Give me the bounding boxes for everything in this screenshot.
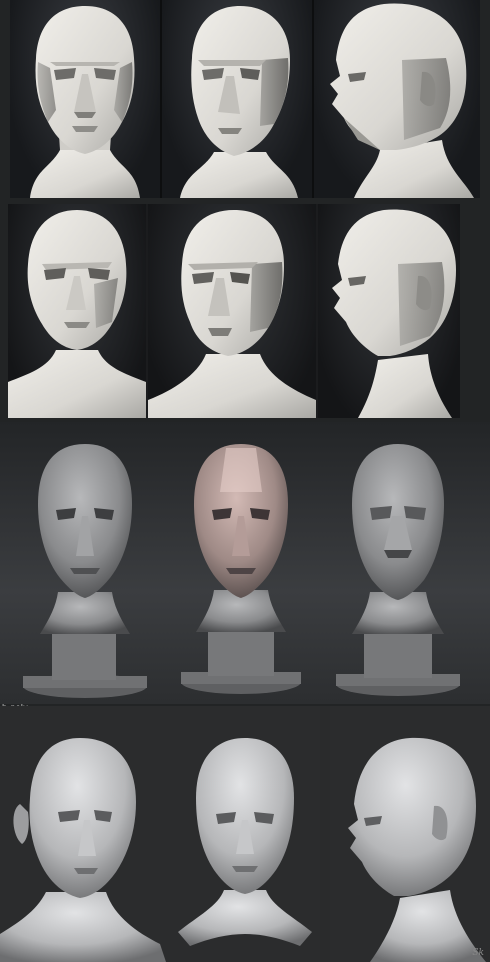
planes-male-profile-head	[330, 3, 474, 198]
planes-male-three-quarter	[162, 0, 312, 198]
planes-male-row	[10, 0, 480, 198]
female-sculpt-three-quarter	[0, 706, 170, 962]
female-sculpt-front	[170, 706, 320, 962]
planes-male-front	[10, 0, 160, 198]
female-sculpt-profile	[330, 706, 490, 962]
zbrush-male-busts-row	[0, 422, 490, 704]
zbrush-bust-planes	[181, 444, 301, 694]
planes-female-row	[8, 204, 460, 418]
zbrush-bust-detailed	[23, 444, 147, 698]
planes-female-three-quarter-head	[148, 210, 316, 418]
planes-male-profile	[314, 0, 480, 198]
planes-female-profile-head	[332, 209, 456, 418]
planes-female-three-quarter	[148, 204, 316, 418]
planes-female-profile	[318, 204, 460, 418]
female-sculpt-profile-head	[348, 737, 486, 962]
row1-divider-a	[160, 0, 162, 198]
planes-female-front-head	[8, 210, 146, 418]
female-sculpt-three-quarter-head	[0, 738, 166, 962]
planes-male-three-quarter-head	[180, 6, 298, 198]
planes-female-front	[8, 204, 146, 418]
female-sculpt-front-head	[178, 738, 312, 946]
female-sculpt-row	[0, 706, 490, 962]
planes-male-front-head	[30, 6, 140, 198]
zbrush-bust-blockout	[336, 444, 460, 696]
row1-divider-b	[312, 0, 314, 198]
zbrush-busts-canvas	[23, 444, 460, 698]
artist-signature: Sk	[472, 948, 484, 958]
